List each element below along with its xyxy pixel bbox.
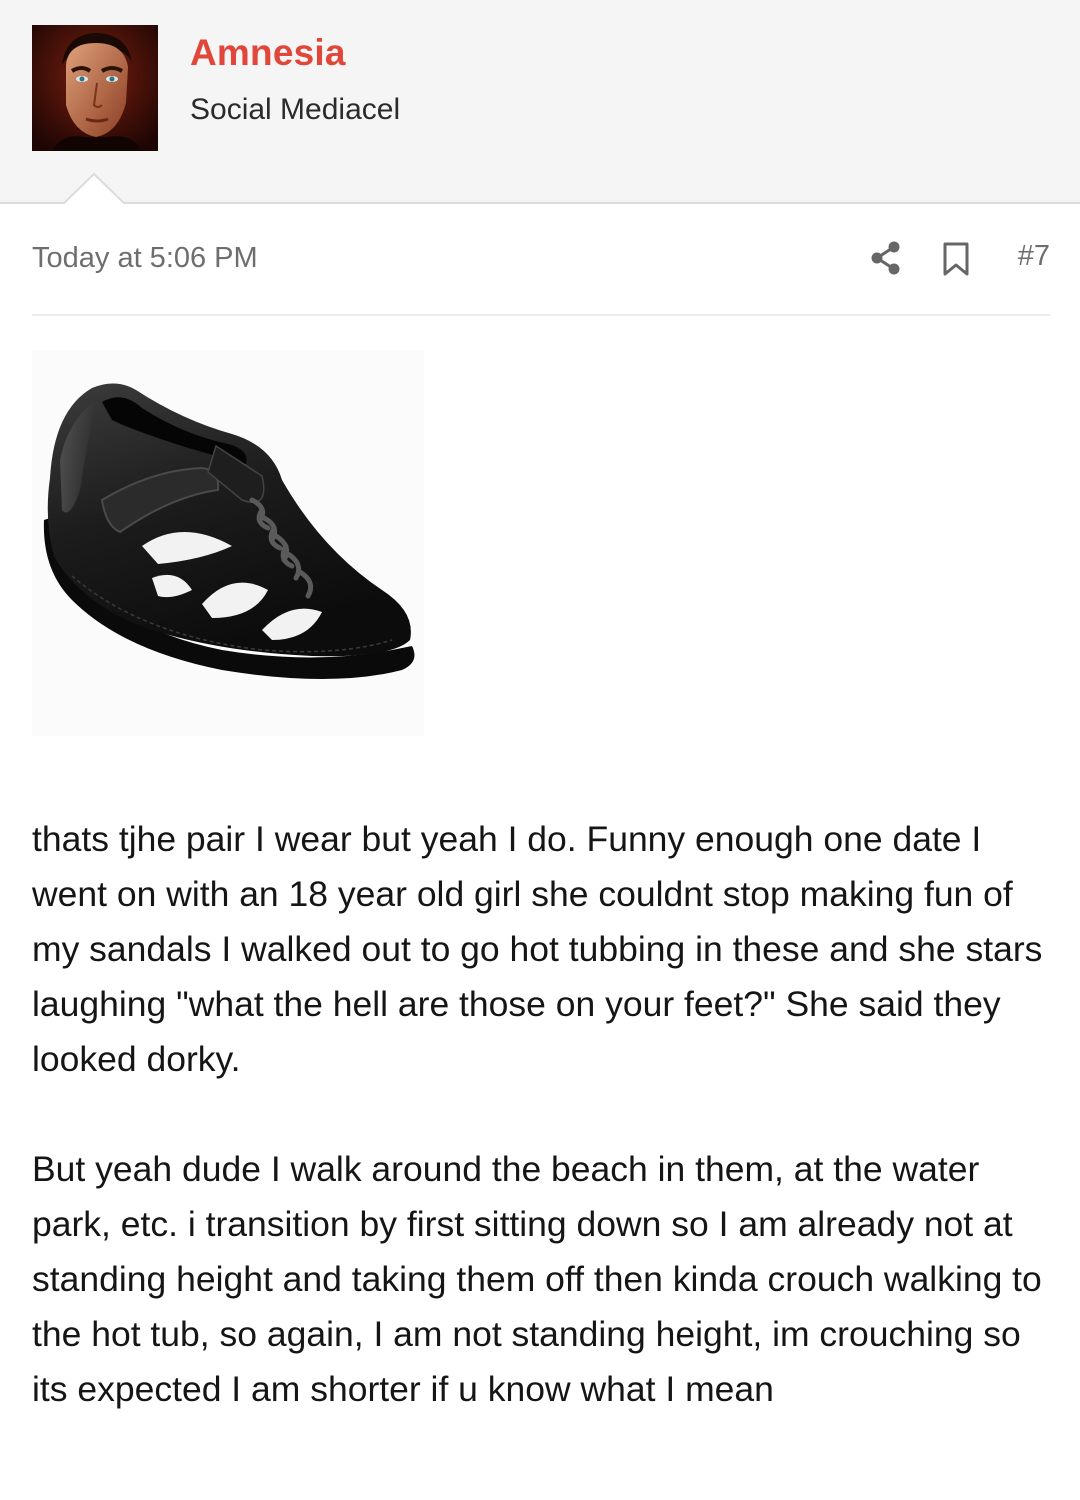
- share-icon[interactable]: [870, 240, 902, 276]
- post-paragraph: But yeah dude I walk around the beach in…: [32, 1149, 1042, 1409]
- author-name[interactable]: Amnesia: [190, 32, 346, 74]
- post-meta-row: Today at 5:06 PM #7: [32, 236, 1050, 284]
- post-body: thats tjhe pair I wear but yeah I do. Fu…: [32, 812, 1062, 1417]
- post-paragraph: thats tjhe pair I wear but yeah I do. Fu…: [32, 819, 1043, 1079]
- author-title: Social Mediacel: [190, 93, 401, 126]
- post-author-header: Amnesia Social Mediacel: [0, 0, 1080, 206]
- sandal-image: [43, 383, 415, 679]
- avatar-photo: [32, 25, 158, 151]
- post-number-link[interactable]: #7: [1018, 240, 1050, 273]
- header-pointer-notch: [62, 172, 126, 206]
- bookmark-icon[interactable]: [942, 242, 970, 276]
- meta-divider: [32, 314, 1050, 316]
- post-image-sandal[interactable]: [32, 350, 424, 736]
- avatar[interactable]: [32, 25, 158, 151]
- post-date[interactable]: Today at 5:06 PM: [32, 242, 258, 275]
